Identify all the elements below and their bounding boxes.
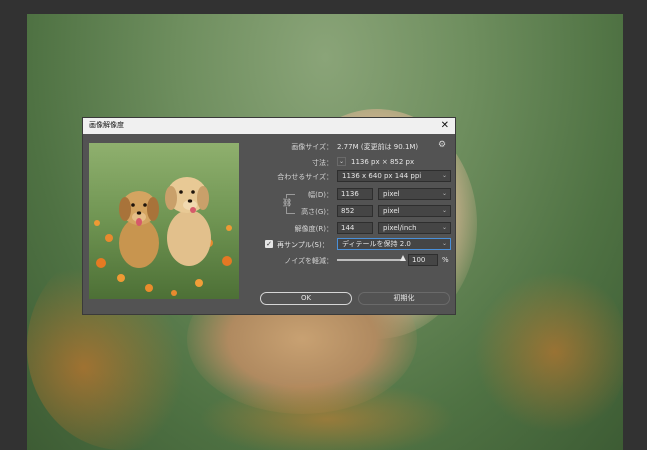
chevron-down-icon: ⌄ xyxy=(441,190,447,197)
noise-reduction-slider-thumb[interactable] xyxy=(400,255,406,261)
gear-icon[interactable]: ⚙ xyxy=(438,140,446,150)
chevron-down-icon[interactable]: ⌄ xyxy=(337,157,346,166)
fit-to-select[interactable]: 1136 x 640 px 144 ppi ⌄ xyxy=(337,170,451,182)
chevron-down-icon: ⌄ xyxy=(441,240,447,247)
resample-select[interactable]: ディテールを保持 2.0 ⌄ xyxy=(337,238,451,250)
image-size-label: 画像サイズ： xyxy=(291,143,333,151)
ok-button[interactable]: OK xyxy=(260,292,352,305)
dialog-title: 画像解像度 xyxy=(89,121,124,129)
resample-label: 再サンプル(S)： xyxy=(277,241,329,249)
resample-value: ディテールを保持 2.0 xyxy=(342,240,411,248)
dialog-titlebar[interactable]: 画像解像度 ✕ xyxy=(83,118,455,134)
chevron-down-icon: ⌄ xyxy=(441,172,447,179)
width-unit-select[interactable]: pixel ⌄ xyxy=(378,188,451,200)
height-unit-select[interactable]: pixel ⌄ xyxy=(378,205,451,217)
noise-reduction-slider-fill xyxy=(337,259,403,261)
image-size-value: 2.77M (変更前は 90.1M) xyxy=(337,143,419,151)
width-unit-value: pixel xyxy=(383,190,400,198)
dimensions-value: 1136 px × 852 px xyxy=(351,158,415,166)
image-preview[interactable] xyxy=(89,143,239,299)
noise-reduction-slider-track[interactable] xyxy=(337,255,406,261)
dimensions-label: 寸法： xyxy=(312,159,333,167)
fit-to-value: 1136 x 640 px 144 ppi xyxy=(342,172,422,180)
height-unit-value: pixel xyxy=(383,207,400,215)
resolution-unit-value: pixel/inch xyxy=(383,224,417,232)
fit-to-label: 合わせるサイズ： xyxy=(277,173,333,181)
reset-button[interactable]: 初期化 xyxy=(358,292,450,305)
image-size-dialog: 画像解像度 ✕ 画像サイズ： 2.77M (変更前は 90.1M) ⚙ 寸法： … xyxy=(82,117,456,315)
chevron-down-icon: ⌄ xyxy=(441,224,447,231)
chevron-down-icon: ⌄ xyxy=(441,207,447,214)
height-label: 高さ(G)： xyxy=(301,208,333,216)
resolution-unit-select[interactable]: pixel/inch ⌄ xyxy=(378,222,451,234)
noise-reduction-input[interactable]: 100 xyxy=(408,254,438,266)
noise-reduction-label: ノイズを軽減： xyxy=(284,257,333,265)
width-input[interactable]: 1136 xyxy=(337,188,373,200)
preview-photo xyxy=(89,143,239,299)
width-label: 幅(D)： xyxy=(308,191,333,199)
close-icon[interactable]: ✕ xyxy=(441,118,449,134)
resolution-input[interactable]: 144 xyxy=(337,222,373,234)
height-input[interactable]: 852 xyxy=(337,205,373,217)
resample-checkbox[interactable]: ✓ xyxy=(265,240,273,248)
resolution-label: 解像度(R)： xyxy=(294,225,333,233)
noise-reduction-unit: % xyxy=(442,256,449,264)
